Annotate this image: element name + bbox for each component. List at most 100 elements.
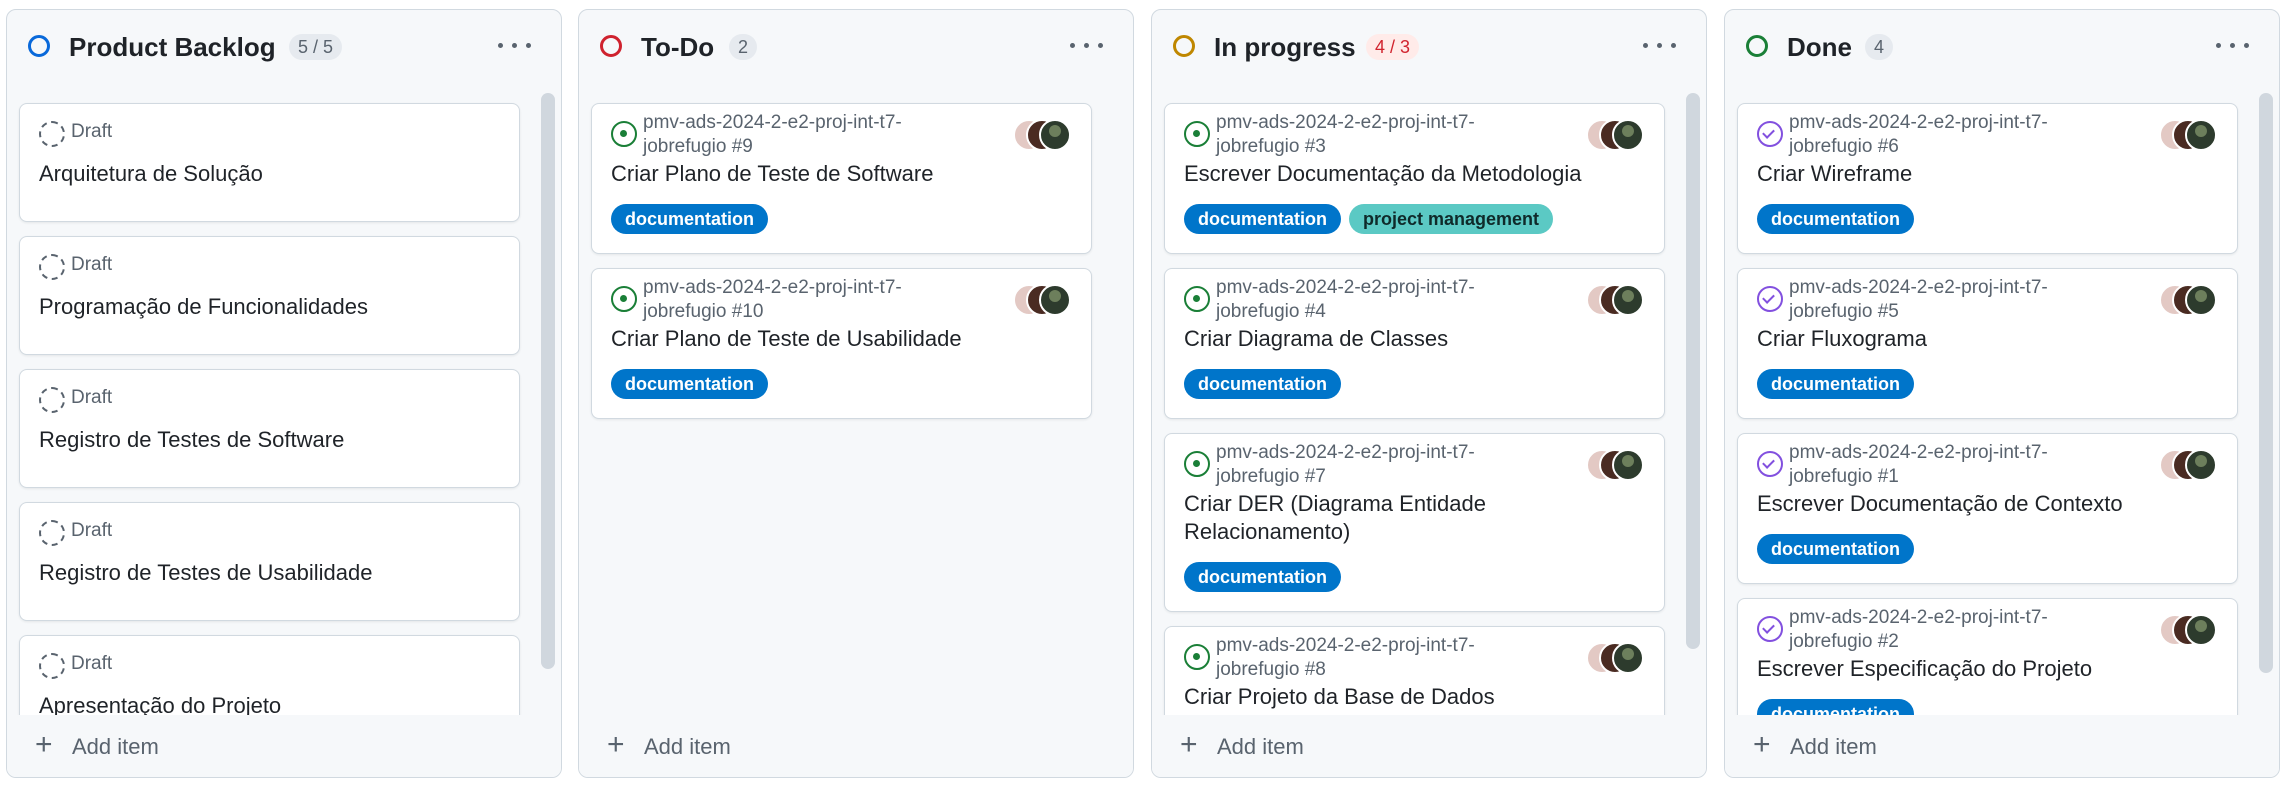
- issue-reference[interactable]: pmv-ads-2024-2-e2-proj-int-t7- jobrefugio…: [1789, 441, 2119, 489]
- label-documentation[interactable]: documentation: [1757, 369, 1914, 399]
- card-title[interactable]: Criar Wireframe: [1757, 160, 1912, 188]
- add-item-button[interactable]: + Add item: [1152, 715, 1706, 777]
- add-item-button[interactable]: + Add item: [579, 715, 1133, 777]
- column-scrollbar[interactable]: [1686, 93, 1700, 649]
- add-item-label: Add item: [1790, 734, 1877, 759]
- repo-name: pmv-ads-2024-2-e2-proj-int-t7-: [1216, 442, 1475, 463]
- status-circle-icon: [600, 35, 622, 57]
- card-labels: documentation: [611, 369, 776, 399]
- repo-name: pmv-ads-2024-2-e2-proj-int-t7-: [1216, 112, 1475, 133]
- label-documentation[interactable]: documentation: [1184, 562, 1341, 592]
- closed-issue-icon: [1757, 616, 1783, 642]
- label-documentation[interactable]: documentation: [1757, 534, 1914, 564]
- label-project-management[interactable]: project management: [1349, 204, 1554, 234]
- column-title: In progress: [1214, 32, 1356, 62]
- card-title[interactable]: Escrever Documentação da Metodologia: [1184, 160, 1581, 188]
- card-title[interactable]: Registro de Testes de Software: [39, 426, 344, 454]
- issue-card[interactable]: pmv-ads-2024-2-e2-proj-int-t7- jobrefugio…: [1164, 268, 1665, 419]
- issue-reference[interactable]: pmv-ads-2024-2-e2-proj-int-t7- jobrefugio…: [1216, 276, 1546, 324]
- issue-card[interactable]: pmv-ads-2024-2-e2-proj-int-t7- jobrefugio…: [1737, 103, 2238, 254]
- draft-card[interactable]: Draft Apresentação do Projeto: [19, 635, 520, 715]
- draft-card[interactable]: Draft Programação de Funcionalidades: [19, 236, 520, 355]
- draft-label: Draft: [71, 387, 113, 408]
- repo-name: pmv-ads-2024-2-e2-proj-int-t7-: [1789, 607, 2048, 628]
- assignee-avatars[interactable]: [1013, 119, 1071, 151]
- column-more-options-button[interactable]: [2215, 36, 2251, 56]
- card-title[interactable]: Registro de Testes de Usabilidade: [39, 559, 372, 587]
- add-item-button[interactable]: + Add item: [1725, 715, 2279, 777]
- issue-reference[interactable]: pmv-ads-2024-2-e2-proj-int-t7- jobrefugio…: [643, 111, 973, 159]
- card-title[interactable]: Criar Fluxograma: [1757, 325, 1927, 353]
- issue-card[interactable]: pmv-ads-2024-2-e2-proj-int-t7- jobrefugio…: [591, 268, 1092, 419]
- closed-issue-icon: [1757, 286, 1783, 312]
- issue-card[interactable]: pmv-ads-2024-2-e2-proj-int-t7- jobrefugio…: [591, 103, 1092, 254]
- draft-card[interactable]: Draft Registro de Testes de Usabilidade: [19, 502, 520, 621]
- issue-card[interactable]: pmv-ads-2024-2-e2-proj-int-t7- jobrefugio…: [1737, 268, 2238, 419]
- card-title[interactable]: Criar Plano de Teste de Usabilidade: [611, 325, 962, 353]
- draft-label: Draft: [71, 520, 113, 541]
- column-more-options-button[interactable]: [497, 36, 533, 56]
- card-title[interactable]: Criar Projeto da Base de Dados: [1184, 683, 1495, 711]
- card-title[interactable]: Criar Diagrama de Classes: [1184, 325, 1448, 353]
- column-count-badge: 2: [729, 34, 758, 60]
- column-header: To-Do 2: [579, 10, 1133, 88]
- label-documentation[interactable]: documentation: [1757, 204, 1914, 234]
- assignee-avatars[interactable]: [1586, 642, 1644, 674]
- issue-card[interactable]: pmv-ads-2024-2-e2-proj-int-t7- jobrefugio…: [1737, 598, 2238, 715]
- column-more-options-button[interactable]: [1642, 36, 1678, 56]
- issue-reference[interactable]: pmv-ads-2024-2-e2-proj-int-t7- jobrefugio…: [1216, 441, 1546, 489]
- plus-icon: +: [35, 728, 53, 761]
- closed-issue-icon: [1757, 451, 1783, 477]
- label-documentation[interactable]: documentation: [611, 369, 768, 399]
- card-title[interactable]: Escrever Especificação do Projeto: [1757, 655, 2092, 683]
- assignee-avatars[interactable]: [2159, 614, 2217, 646]
- closed-issue-icon: [1757, 121, 1783, 147]
- issue-card[interactable]: pmv-ads-2024-2-e2-proj-int-t7- jobrefugio…: [1164, 433, 1665, 612]
- issue-reference[interactable]: pmv-ads-2024-2-e2-proj-int-t7- jobrefugio…: [1789, 111, 2119, 159]
- issue-reference[interactable]: pmv-ads-2024-2-e2-proj-int-t7- jobrefugio…: [1789, 606, 2119, 654]
- repo-name: pmv-ads-2024-2-e2-proj-int-t7-: [1789, 112, 2048, 133]
- card-title[interactable]: Criar Plano de Teste de Software: [611, 160, 933, 188]
- add-item-label: Add item: [1217, 734, 1304, 759]
- issue-reference[interactable]: pmv-ads-2024-2-e2-proj-int-t7- jobrefugio…: [1216, 634, 1546, 682]
- add-item-label: Add item: [644, 734, 731, 759]
- issue-card[interactable]: pmv-ads-2024-2-e2-proj-int-t7- jobrefugio…: [1164, 103, 1665, 254]
- repo-name: pmv-ads-2024-2-e2-proj-int-t7-: [1216, 277, 1475, 298]
- issue-reference[interactable]: pmv-ads-2024-2-e2-proj-int-t7- jobrefugio…: [1789, 276, 2119, 324]
- card-title[interactable]: Programação de Funcionalidades: [39, 293, 368, 321]
- assignee-avatars[interactable]: [1013, 284, 1071, 316]
- issue-reference[interactable]: pmv-ads-2024-2-e2-proj-int-t7- jobrefugio…: [1216, 111, 1546, 159]
- draft-label: Draft: [71, 121, 113, 142]
- avatar: [2185, 449, 2217, 481]
- draft-card[interactable]: Draft Arquitetura de Solução: [19, 103, 520, 222]
- add-item-button[interactable]: + Add item: [7, 715, 561, 777]
- label-documentation[interactable]: documentation: [611, 204, 768, 234]
- column-title: Done: [1787, 32, 1852, 62]
- card-title[interactable]: Arquitetura de Solução: [39, 160, 263, 188]
- avatar: [1612, 449, 1644, 481]
- label-documentation[interactable]: documentation: [1184, 369, 1341, 399]
- draft-card[interactable]: Draft Registro de Testes de Software: [19, 369, 520, 488]
- issue-card[interactable]: pmv-ads-2024-2-e2-proj-int-t7- jobrefugio…: [1164, 626, 1665, 715]
- draft-icon: [39, 121, 65, 147]
- column-scrollbar[interactable]: [541, 93, 555, 669]
- assignee-avatars[interactable]: [2159, 119, 2217, 151]
- avatar: [2185, 284, 2217, 316]
- label-documentation[interactable]: documentation: [1757, 699, 1914, 715]
- assignee-avatars[interactable]: [1586, 284, 1644, 316]
- column-scrollbar[interactable]: [2259, 93, 2273, 673]
- plus-icon: +: [1753, 728, 1771, 761]
- column-more-options-button[interactable]: [1069, 36, 1105, 56]
- assignee-avatars[interactable]: [2159, 284, 2217, 316]
- assignee-avatars[interactable]: [2159, 449, 2217, 481]
- assignee-avatars[interactable]: [1586, 119, 1644, 151]
- card-title[interactable]: Escrever Documentação de Contexto: [1757, 490, 2123, 518]
- issue-card[interactable]: pmv-ads-2024-2-e2-proj-int-t7- jobrefugio…: [1737, 433, 2238, 584]
- card-title[interactable]: Apresentação do Projeto: [39, 692, 281, 715]
- issue-reference[interactable]: pmv-ads-2024-2-e2-proj-int-t7- jobrefugio…: [643, 276, 973, 324]
- card-labels: documentation project management: [1184, 204, 1561, 234]
- label-documentation[interactable]: documentation: [1184, 204, 1341, 234]
- card-title[interactable]: Criar DER (Diagrama Entidade Relacionamen…: [1184, 490, 1486, 546]
- draft-icon: [39, 254, 65, 280]
- assignee-avatars[interactable]: [1586, 449, 1644, 481]
